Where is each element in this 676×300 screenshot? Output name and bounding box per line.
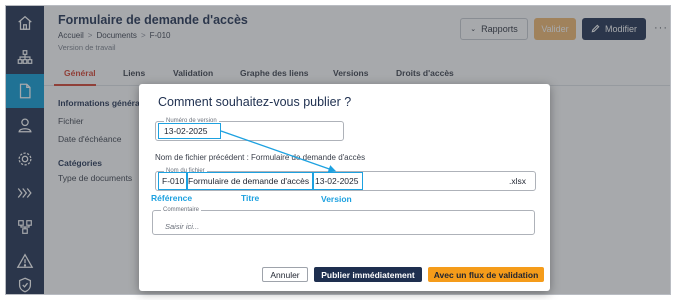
- version-highlight: [158, 123, 221, 139]
- cancel-button[interactable]: Annuler: [262, 267, 308, 282]
- comment-legend: Commentaire: [161, 206, 202, 214]
- publish-now-button[interactable]: Publier immédiatement: [314, 267, 422, 282]
- version-annotation: Version: [321, 194, 352, 204]
- comment-placeholder: Saisir ici...: [165, 222, 200, 231]
- version-segment-highlight: [313, 172, 363, 190]
- publish-dialog: Comment souhaitez-vous publier ? Numéro …: [139, 84, 550, 291]
- reference-annotation: Référence: [151, 193, 193, 203]
- validation-flow-button[interactable]: Avec un flux de validation: [428, 267, 544, 282]
- previous-filename: Nom de fichier précédent : Formulaire de…: [155, 153, 366, 162]
- title-annotation: Titre: [241, 193, 260, 203]
- reference-highlight: [158, 172, 187, 190]
- filename-extension: .xlsx: [509, 176, 526, 186]
- title-highlight: [187, 172, 313, 190]
- comment-field[interactable]: Commentaire Saisir ici...: [152, 206, 535, 235]
- dialog-title: Comment souhaitez-vous publier ?: [158, 95, 352, 109]
